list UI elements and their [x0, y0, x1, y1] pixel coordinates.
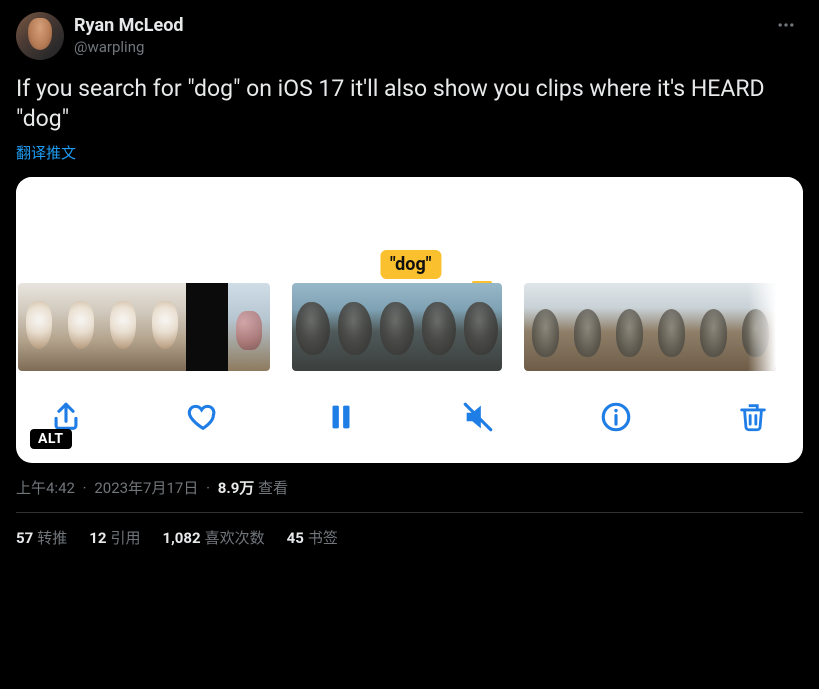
stat-likes[interactable]: 1,082喜欢次数	[162, 527, 264, 548]
author-names: Ryan McLeod @warpling	[74, 15, 184, 56]
views-count[interactable]: 8.9万	[218, 479, 255, 497]
stat-quotes[interactable]: 12引用	[89, 527, 140, 548]
author-display-name[interactable]: Ryan McLeod	[74, 15, 184, 38]
tweet-header: Ryan McLeod @warpling	[16, 12, 803, 60]
clip-frame	[460, 283, 502, 371]
speaker-muted-icon	[461, 400, 495, 434]
views-label: 查看	[258, 479, 288, 497]
clip-frame	[292, 283, 334, 371]
author[interactable]: Ryan McLeod @warpling	[16, 12, 184, 60]
media-toolbar	[16, 373, 803, 463]
clip-frame	[524, 283, 566, 371]
alt-badge[interactable]: ALT	[30, 429, 72, 449]
pause-button[interactable]	[319, 395, 363, 439]
tweet-date[interactable]: 2023年7月17日	[94, 479, 198, 497]
info-button[interactable]	[594, 395, 638, 439]
tweet-meta: 上午4:42 · 2023年7月17日 · 8.9万 查看	[16, 477, 803, 513]
clip-frame	[102, 283, 144, 371]
stat-bookmarks[interactable]: 45书签	[287, 527, 338, 548]
clip-frame	[734, 283, 776, 371]
clip-frame	[566, 283, 608, 371]
clip-group-1[interactable]	[18, 283, 270, 371]
ellipsis-icon	[776, 15, 796, 35]
mute-button[interactable]	[456, 395, 500, 439]
trash-icon	[736, 400, 770, 434]
tweet-stats: 57转推 12引用 1,082喜欢次数 45书签	[16, 527, 803, 562]
clip-frame	[418, 283, 460, 371]
delete-button[interactable]	[731, 395, 775, 439]
clip-frame	[228, 283, 270, 371]
tweet-time[interactable]: 上午4:42	[16, 479, 75, 497]
clip-frame	[334, 283, 376, 371]
more-button[interactable]	[769, 8, 803, 42]
media-card[interactable]: "dog"	[16, 177, 803, 463]
translate-link[interactable]: 翻译推文	[16, 142, 76, 163]
stat-retweets[interactable]: 57转推	[16, 527, 67, 548]
heart-icon	[186, 400, 220, 434]
clip-frame	[186, 283, 228, 371]
search-tag-label: "dog"	[380, 250, 442, 279]
clip-group-3[interactable]	[524, 283, 776, 371]
clip-frame	[144, 283, 186, 371]
avatar[interactable]	[16, 12, 64, 60]
clip-frame	[608, 283, 650, 371]
author-handle[interactable]: @warpling	[74, 38, 184, 57]
info-icon	[599, 400, 633, 434]
clip-frame	[376, 283, 418, 371]
clip-frame	[60, 283, 102, 371]
video-timeline[interactable]	[16, 281, 803, 373]
clip-frame	[18, 283, 60, 371]
tweet-container: Ryan McLeod @warpling If you search for …	[0, 0, 819, 562]
clip-frame	[650, 283, 692, 371]
clip-frame	[692, 283, 734, 371]
tweet-text: If you search for "dog" on iOS 17 it'll …	[16, 74, 803, 134]
media-top-area: "dog"	[16, 177, 803, 281]
clip-group-2[interactable]	[292, 283, 502, 371]
pause-icon	[324, 400, 358, 434]
like-button[interactable]	[181, 395, 225, 439]
